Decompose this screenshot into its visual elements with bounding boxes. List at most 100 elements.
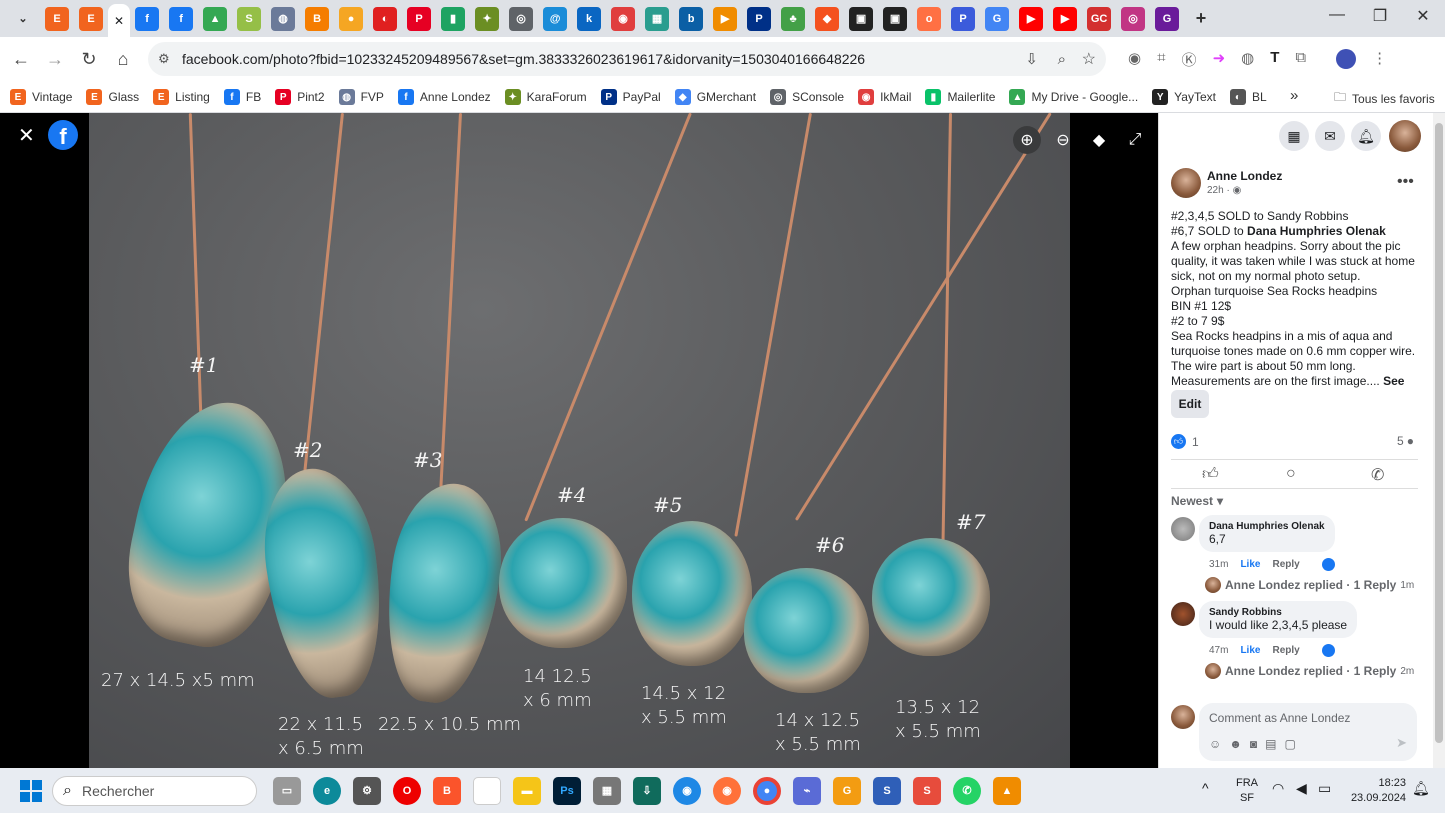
menu-icon[interactable]: ⋮ — [1372, 49, 1387, 70]
zoom-in-icon[interactable]: ⊕ — [1013, 126, 1041, 154]
apps-menu-icon[interactable]: ▦ — [1279, 121, 1309, 151]
circle-icon[interactable]: ● — [339, 6, 364, 31]
youtube-icon[interactable]: ▶ — [1019, 6, 1044, 31]
bookmark-item[interactable]: ◉ IkMail — [858, 89, 911, 105]
active-tab[interactable]: ✕ — [108, 4, 131, 37]
home-icon[interactable]: ⌂ — [106, 49, 140, 70]
install-icon[interactable]: ⇩ — [1025, 50, 1038, 68]
profile-avatar[interactable] — [1336, 49, 1357, 69]
file-explorer-icon[interactable]: ▬ — [513, 776, 541, 805]
edge-icon[interactable]: e — [313, 776, 341, 805]
p-icon[interactable]: P — [951, 6, 976, 31]
sticker-icon[interactable]: ▢ — [1285, 737, 1296, 751]
post-time-text[interactable]: 22h · — [1207, 185, 1230, 196]
back-icon[interactable]: ← — [4, 49, 38, 70]
orange-icon[interactable]: ◆ — [815, 6, 840, 31]
messenger-icon[interactable]: ✉ — [1315, 121, 1345, 151]
author-name[interactable]: Anne Londez — [1207, 169, 1282, 183]
at-icon[interactable]: @ — [543, 6, 568, 31]
calculator-icon[interactable]: ▦ — [593, 776, 621, 805]
bookmark-item[interactable]: P Pint2 — [275, 89, 325, 105]
view-replies-link[interactable]: Anne Londez replied · 1 Reply 2m — [1205, 663, 1414, 679]
bookmark-item[interactable]: ▮ Mailerlite — [925, 89, 995, 105]
bookmark-item[interactable]: ▲ My Drive - Google... — [1009, 89, 1138, 105]
commenter-name[interactable]: Dana Humphries Olenak — [1209, 521, 1325, 532]
o-icon[interactable]: o — [917, 6, 942, 31]
app3-icon[interactable]: G — [833, 776, 861, 805]
star-icon[interactable]: ☆ — [1082, 49, 1096, 69]
bookmark-item[interactable]: f FB — [223, 89, 261, 105]
console-icon[interactable]: ◎ — [509, 6, 534, 31]
language-indicator[interactable]: FRA SF — [1236, 776, 1258, 806]
reload-icon[interactable]: ↻ — [72, 49, 106, 70]
comment-like-link[interactable]: Like — [1240, 645, 1260, 656]
firefox-icon[interactable]: ◉ — [713, 776, 741, 805]
settings-icon[interactable]: ⚙ — [353, 776, 381, 805]
shopify-icon[interactable]: S — [237, 6, 262, 31]
whatsapp-share-icon[interactable]: ✆ — [1371, 465, 1384, 485]
tray-chevron-icon[interactable]: ^ — [1202, 780, 1209, 796]
bookmark-item[interactable]: f Anne Londez — [397, 89, 491, 105]
code-icon[interactable]: ⌗ — [1157, 49, 1165, 70]
site-info-icon[interactable]: ⚙ — [158, 51, 170, 67]
headpins-photo[interactable]: #1 #2 #3 #4 #5 #6 #7 27 x 14.5 x5 mm 22 … — [89, 113, 1070, 768]
download-icon[interactable]: ⇩ — [633, 776, 661, 805]
taskbar-search[interactable]: ⌕ Rechercher — [52, 775, 257, 806]
youtube-icon[interactable]: ▶ — [1053, 6, 1078, 31]
bookmarks-more-icon[interactable]: » — [1290, 87, 1298, 104]
battery-icon[interactable]: ▭ — [1318, 780, 1331, 797]
clock[interactable]: 18:23 23.09.2024 — [1348, 776, 1406, 806]
k-icon[interactable]: k — [577, 6, 602, 31]
app-icon[interactable]: ◉ — [673, 776, 701, 805]
play-icon[interactable]: ▶ — [713, 6, 738, 31]
green-icon[interactable]: ♣ — [781, 6, 806, 31]
instagram-icon[interactable]: ◎ — [1121, 6, 1146, 31]
paypal-icon[interactable]: P — [747, 6, 772, 31]
address-bar[interactable]: ⚙ facebook.com/photo?fbid=10233245209489… — [148, 42, 1106, 76]
bookmark-item[interactable]: E Listing — [153, 89, 210, 105]
puzzle-extension-icon[interactable]: ◍ — [1241, 49, 1254, 70]
chrome-icon[interactable]: ● — [753, 776, 781, 805]
url-text[interactable]: facebook.com/photo?fbid=1023324520948956… — [182, 51, 865, 67]
drive-icon[interactable]: ▲ — [203, 6, 228, 31]
close-window-icon[interactable]: ✕ — [1411, 6, 1435, 26]
emoji-icon[interactable]: ☻ — [1229, 737, 1242, 751]
account-avatar[interactable] — [1389, 120, 1421, 152]
edit-button[interactable]: Edit — [1171, 390, 1209, 418]
camera-icon[interactable]: ◙ — [1250, 737, 1257, 751]
blogger-icon[interactable]: B — [305, 6, 330, 31]
facebook-icon[interactable]: f — [169, 6, 194, 31]
bookmark-item[interactable]: P PayPal — [600, 89, 661, 105]
avatar-sticker-icon[interactable]: ☺ — [1209, 737, 1221, 751]
bookmark-item[interactable]: Y YayText — [1152, 89, 1216, 105]
pinterest-icon[interactable]: P — [407, 6, 432, 31]
box-icon[interactable]: b — [679, 6, 704, 31]
grid-icon[interactable]: ▦ — [645, 6, 670, 31]
notepad-icon[interactable] — [473, 776, 501, 805]
etsy-icon[interactable]: E — [45, 6, 69, 31]
all-bookmarks-folder[interactable]: 🗀 Tous les favoris — [1334, 88, 1435, 109]
comment-like-link[interactable]: Like — [1240, 559, 1260, 570]
app4-icon[interactable]: S — [873, 776, 901, 805]
scrollbar[interactable] — [1433, 113, 1445, 768]
zoom-out-icon[interactable]: ⊖ — [1049, 126, 1077, 154]
brave-icon[interactable]: B — [433, 776, 461, 805]
view-replies-link[interactable]: Anne Londez replied · 1 Reply 1m — [1205, 577, 1414, 593]
g-icon[interactable]: G — [1155, 6, 1180, 31]
sort-comments[interactable]: Newest ▾ — [1171, 494, 1223, 508]
fullscreen-icon[interactable]: ⤢ — [1121, 126, 1149, 154]
close-viewer-icon[interactable]: ✕ — [18, 123, 35, 148]
extensions-icon[interactable]: ⧉ — [1295, 49, 1306, 70]
whatsapp-icon[interactable]: ✆ — [953, 776, 981, 805]
bookmark-item[interactable]: E Vintage — [10, 89, 72, 105]
tab-down-icon[interactable]: ⌄ — [11, 6, 35, 31]
restore-icon[interactable]: ❐ — [1368, 6, 1392, 26]
red-icon[interactable]: ◐ — [373, 6, 398, 31]
bookmark-item[interactable]: ◍ FVP — [338, 89, 384, 105]
chat-icon[interactable]: ▮ — [441, 6, 466, 31]
minimize-icon[interactable]: — — [1325, 6, 1349, 24]
dark-icon[interactable]: ▣ — [883, 6, 908, 31]
task-view-icon[interactable]: ▭ — [273, 776, 301, 805]
notification-bell-icon[interactable]: 🔔︎ — [1412, 780, 1430, 797]
opera-icon[interactable]: O — [393, 776, 421, 805]
